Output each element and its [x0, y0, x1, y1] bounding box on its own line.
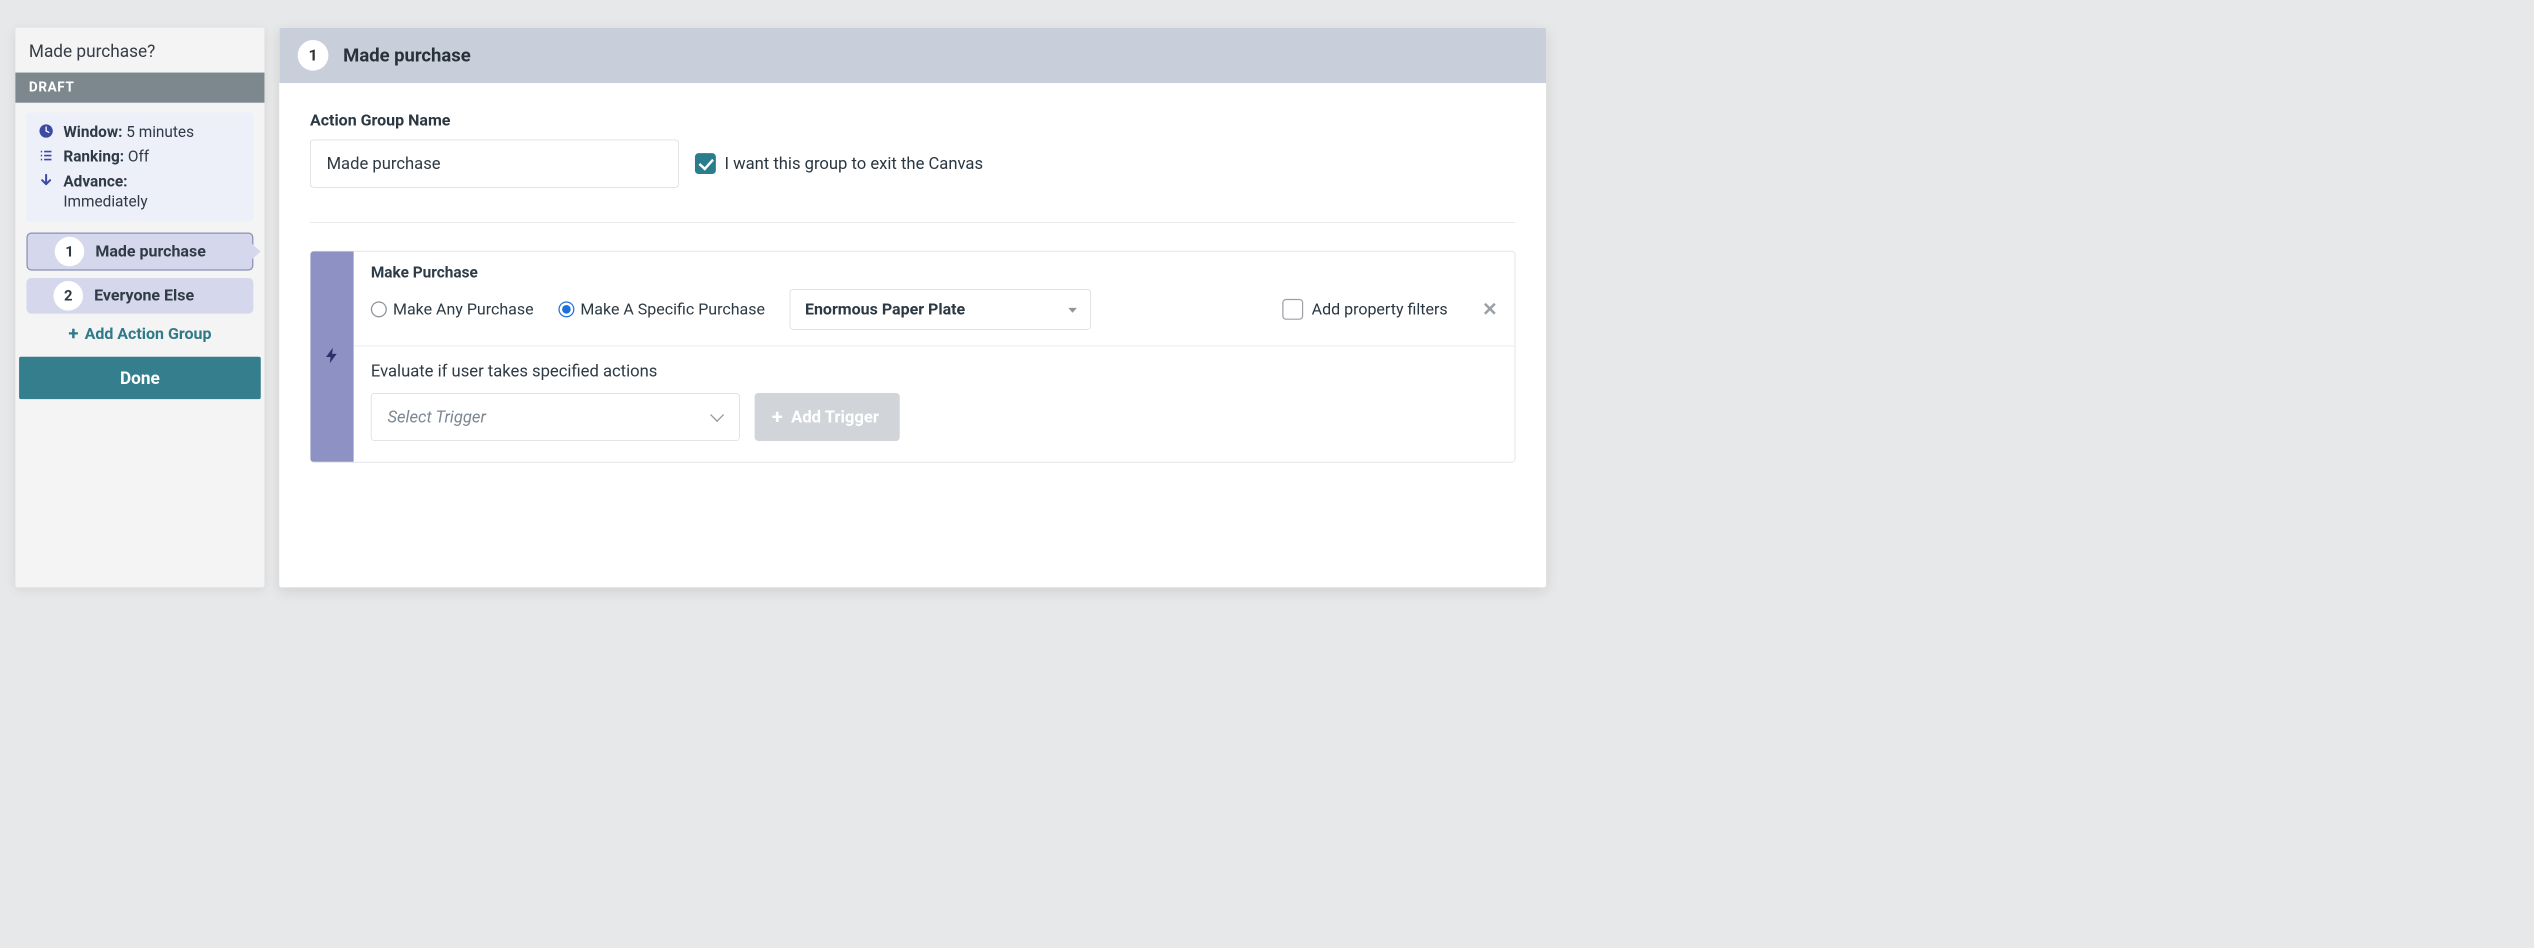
- plus-icon: +: [772, 407, 783, 427]
- radio-specific-purchase[interactable]: Make A Specific Purchase: [558, 300, 765, 318]
- exit-canvas-label: I want this group to exit the Canvas: [724, 154, 983, 174]
- action-group-2[interactable]: 2 Everyone Else: [26, 278, 253, 314]
- trigger-select[interactable]: Select Trigger: [371, 393, 740, 441]
- divider: [310, 222, 1515, 223]
- add-property-filters[interactable]: Add property filters: [1282, 299, 1447, 320]
- advance-row: Advance:Immediately: [38, 171, 243, 213]
- group-label: Made purchase: [65, 242, 206, 260]
- event-card: Make Purchase Make Any Purchase Make A S…: [310, 251, 1515, 463]
- arrow-down-icon: [38, 171, 55, 188]
- ranking-icon: [38, 147, 55, 164]
- step-number: 1: [298, 40, 329, 71]
- add-action-group-button[interactable]: + Add Action Group: [15, 319, 264, 351]
- sidebar-title: Made purchase?: [15, 28, 264, 73]
- add-trigger-button[interactable]: + Add Trigger: [755, 393, 900, 441]
- group-name-label: Action Group Name: [310, 111, 1515, 129]
- group-number: 2: [54, 281, 84, 311]
- plus-icon: +: [68, 325, 78, 343]
- ranking-row: Ranking: Off: [38, 147, 243, 168]
- group-name-input[interactable]: [310, 140, 679, 188]
- window-row: Window: 5 minutes: [38, 122, 243, 143]
- group-number: 1: [55, 237, 85, 267]
- product-select[interactable]: Enormous Paper Plate: [790, 289, 1091, 330]
- trigger-instruction: Evaluate if user takes specified actions: [371, 361, 1498, 381]
- exit-canvas-checkbox[interactable]: [695, 153, 716, 174]
- clock-icon: [38, 122, 55, 139]
- main-header: 1 Made purchase: [279, 28, 1546, 83]
- prop-filters-checkbox[interactable]: [1282, 299, 1303, 320]
- action-group-1[interactable]: 1 Made purchase: [26, 232, 253, 270]
- main-panel: 1 Made purchase Action Group Name I want…: [279, 28, 1546, 588]
- event-title: Make Purchase: [371, 264, 1498, 282]
- settings-summary: Window: 5 minutes Ranking: Off Advance:I…: [26, 113, 253, 222]
- event-rail: [311, 252, 354, 462]
- done-button[interactable]: Done: [19, 357, 261, 399]
- sidebar: Made purchase? DRAFT Window: 5 minutes R…: [15, 28, 264, 588]
- lightning-icon: [323, 346, 341, 367]
- page-title: Made purchase: [343, 45, 471, 67]
- status-badge: DRAFT: [15, 73, 264, 103]
- radio-any-purchase[interactable]: Make Any Purchase: [371, 300, 534, 318]
- action-group-list: 1 Made purchase 2 Everyone Else: [15, 228, 264, 314]
- close-icon[interactable]: ✕: [1472, 299, 1497, 321]
